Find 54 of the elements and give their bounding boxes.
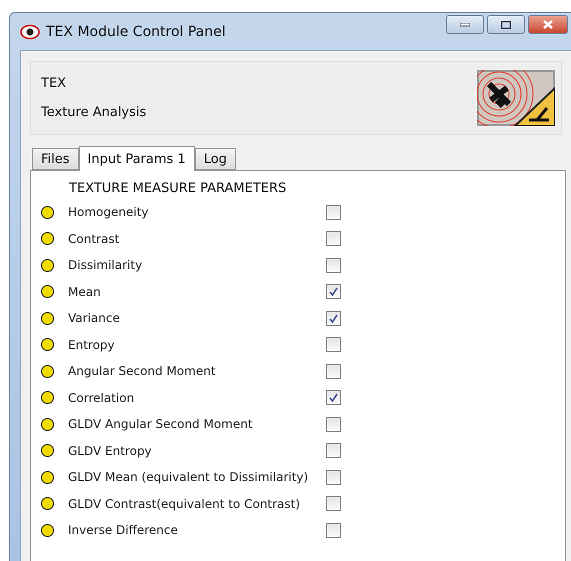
checkbox[interactable] <box>326 310 341 326</box>
checkbox[interactable] <box>326 416 341 432</box>
window-title: TEX Module Control Panel <box>46 24 227 40</box>
maximize-icon <box>501 20 511 28</box>
checkbox[interactable] <box>326 284 341 300</box>
module-logo-icon <box>477 70 555 126</box>
status-dot-icon <box>41 312 54 325</box>
parameter-label: Dissimilarity <box>68 258 144 272</box>
status-dot-icon <box>41 444 54 458</box>
status-dot-icon <box>41 232 54 246</box>
maximize-button[interactable] <box>487 15 525 34</box>
parameter-label: Variance <box>68 311 121 326</box>
checkbox[interactable] <box>326 522 341 538</box>
parameter-label: Contrast <box>68 232 120 246</box>
parameter-label: Entropy <box>68 338 116 352</box>
status-dot-icon <box>41 285 54 298</box>
checkbox[interactable] <box>326 496 341 512</box>
parameter-label: Angular Second Moment <box>68 364 217 378</box>
status-dot-icon <box>41 470 54 484</box>
parameter-label: Inverse Difference <box>68 523 179 538</box>
parameter-label: GLDV Mean (equivalent to Dissimilarity) <box>68 470 310 484</box>
checkbox[interactable] <box>326 337 341 352</box>
section-title: TEXTURE MEASURE PARAMETERS <box>69 181 288 196</box>
checkbox[interactable] <box>326 443 341 458</box>
status-dot-icon <box>41 258 54 272</box>
module-name: TEX <box>41 76 68 91</box>
close-icon <box>543 20 553 29</box>
parameter-label: GLDV Contrast(equivalent to Contrast) <box>68 496 302 511</box>
module-description: Texture Analysis <box>41 105 146 120</box>
minimize-button[interactable] <box>446 15 484 34</box>
parameter-label: Homogeneity <box>68 205 150 220</box>
status-dot-icon <box>41 418 54 431</box>
parameter-label: GLDV Angular Second Moment <box>68 417 254 432</box>
minimize-icon <box>460 22 470 26</box>
checkbox[interactable] <box>326 204 341 220</box>
checkbox[interactable] <box>326 390 341 406</box>
checkbox[interactable] <box>326 231 341 246</box>
status-dot-icon <box>41 364 54 378</box>
tab[interactable]: Input Params 1 <box>78 146 195 171</box>
parameter-label: GLDV Entropy <box>68 444 153 458</box>
close-button[interactable] <box>528 15 568 34</box>
status-dot-icon <box>41 391 54 404</box>
checkbox[interactable] <box>326 364 341 379</box>
parameter-label: Mean <box>68 284 102 299</box>
checkbox[interactable] <box>326 258 341 273</box>
status-dot-icon <box>41 497 54 510</box>
tab[interactable]: Log <box>194 148 236 170</box>
checkbox[interactable] <box>326 470 341 485</box>
eye-icon <box>20 24 40 40</box>
status-dot-icon <box>41 524 54 537</box>
parameter-label: Correlation <box>68 390 136 405</box>
status-dot-icon <box>41 338 54 352</box>
status-dot-icon <box>41 206 54 219</box>
tab[interactable]: Files <box>32 148 79 170</box>
